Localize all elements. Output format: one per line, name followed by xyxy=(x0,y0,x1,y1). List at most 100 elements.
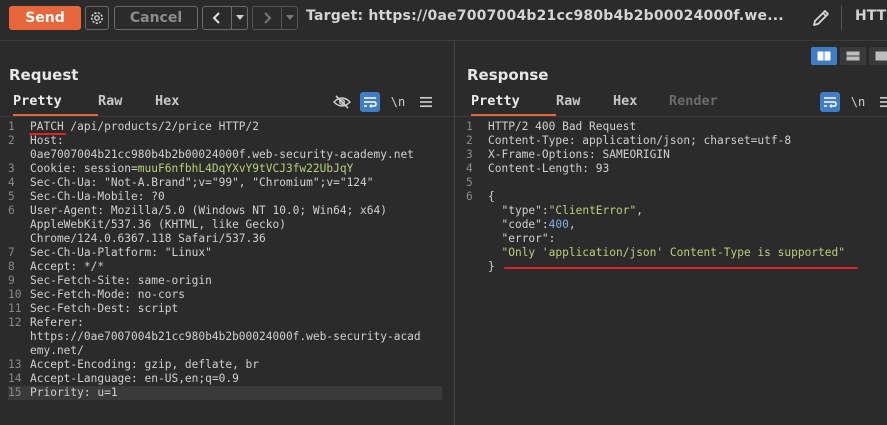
rows-icon xyxy=(846,51,860,61)
edit-target-button[interactable] xyxy=(809,6,833,30)
line-text: Host: xyxy=(30,134,64,148)
forward-button[interactable] xyxy=(253,7,281,29)
request-tabs: Pretty Raw Hex xyxy=(13,90,205,116)
line-number: 2 xyxy=(8,134,15,147)
back-dropdown[interactable] xyxy=(231,7,247,29)
response-tabs: Pretty Raw Hex Render xyxy=(471,90,729,116)
response-menu-button[interactable] xyxy=(876,92,887,112)
line-number: 2 xyxy=(466,134,473,147)
line-number xyxy=(8,232,30,246)
layout-tabs-button[interactable] xyxy=(869,47,887,65)
newline-toggle-button[interactable]: \n xyxy=(388,92,408,112)
token: : xyxy=(548,232,556,245)
token: u=1 xyxy=(97,386,118,399)
menu-button[interactable] xyxy=(416,92,436,112)
token: Priority: xyxy=(30,386,98,399)
line-number: 3 xyxy=(8,162,15,175)
code-line: "Only 'application/json' Content-Type is… xyxy=(466,246,876,260)
line-text: Cookie: session=muuF6nfbhL4DqYXvY9tVCJ3f… xyxy=(30,162,353,176)
token: ?0 xyxy=(151,190,165,203)
token: , xyxy=(636,204,643,217)
hamburger-icon xyxy=(880,97,887,107)
token: Sec-Ch-Ua-Mobile: xyxy=(30,190,152,203)
token: Host: xyxy=(30,134,64,147)
response-tab-pretty[interactable]: Pretty xyxy=(471,90,556,116)
hide-button[interactable] xyxy=(332,92,352,112)
line-text: Accept-Language: en-US,en;q=0.9 xyxy=(30,372,239,386)
layout-stacked-button[interactable] xyxy=(840,47,866,65)
token: User-Agent: xyxy=(30,204,111,217)
token: gzip, deflate, br xyxy=(144,358,260,371)
line-number: 7 xyxy=(8,246,15,259)
code-line: https://0ae7007004b21cc980b4b2b00024000f… xyxy=(8,330,442,344)
code-line: "code":400, xyxy=(466,218,876,232)
http-version-label[interactable]: HTTP xyxy=(855,8,887,24)
settings-button[interactable] xyxy=(85,6,109,30)
back-button[interactable] xyxy=(203,7,231,29)
eye-slash-icon xyxy=(333,95,351,109)
layout-side-by-side-button[interactable] xyxy=(811,47,837,65)
code-line: 9 Sec-Fetch-Site: same-origin xyxy=(8,274,442,288)
line-text: HTTP/2 400 Bad Request xyxy=(488,120,636,134)
token: Mozilla/5.0 (Windows NT 10.0; Win64; x64… xyxy=(110,204,387,217)
line-number: 8 xyxy=(8,260,15,273)
token: : xyxy=(541,218,549,231)
line-number: 9 xyxy=(8,274,15,287)
token: Accept-Encoding: xyxy=(30,358,145,371)
token: AppleWebKit/537.36 (KHTML, like Gecko) xyxy=(30,218,286,231)
code-line: 4 Content-Length: 93 xyxy=(466,162,876,176)
line-text: "Only 'application/json' Content-Type is… xyxy=(488,246,845,260)
response-tab-render[interactable]: Render xyxy=(669,90,729,116)
line-number: 1 xyxy=(8,120,15,133)
history-back xyxy=(202,6,248,30)
request-tab-raw[interactable]: Raw xyxy=(98,90,155,116)
line-number: 6 xyxy=(466,190,473,203)
token: "code" xyxy=(501,218,542,231)
token: "Not-A.Brand";v="99", "Chromium";v="124" xyxy=(104,176,374,189)
token: Content-Type: xyxy=(488,134,583,147)
token: /api/products/2/price HTTP/2 xyxy=(63,120,260,133)
code-line: 8 Accept: */* xyxy=(8,260,442,274)
toolbar: Send Cancel Target: https://0ae7007004b2… xyxy=(0,0,887,36)
line-number: 4 xyxy=(466,162,473,175)
cancel-button[interactable]: Cancel xyxy=(114,6,198,30)
response-tab-raw[interactable]: Raw xyxy=(556,90,613,116)
send-button[interactable]: Send xyxy=(9,6,81,30)
layout-toggle xyxy=(811,47,887,65)
request-tab-hex[interactable]: Hex xyxy=(155,90,205,116)
request-tab-pretty[interactable]: Pretty xyxy=(13,90,98,116)
request-editor[interactable]: 1 PATCH /api/products/2/price HTTP/2 2 Host… xyxy=(8,120,442,400)
response-wrap-lines-button[interactable] xyxy=(820,92,840,112)
line-text: emy.net/ xyxy=(30,344,84,358)
response-editor[interactable]: 1 HTTP/2 400 Bad Request 2 Content-Type: ap… xyxy=(466,120,876,274)
response-newline-toggle-button[interactable]: \n xyxy=(848,92,868,112)
line-number: 13 xyxy=(8,358,22,371)
token: application/json; charset=utf-8 xyxy=(582,134,792,147)
forward-dropdown[interactable] xyxy=(281,7,297,29)
line-number: 12 xyxy=(8,316,22,329)
token: Referer: xyxy=(30,316,84,329)
token: */* xyxy=(83,260,105,273)
annotation-underline-method xyxy=(29,133,66,135)
line-text: Sec-Ch-Ua: "Not-A.Brand";v="99", "Chromi… xyxy=(30,176,374,190)
line-number xyxy=(466,260,488,274)
token: "error" xyxy=(501,232,549,245)
line-text: "code":400, xyxy=(488,218,575,232)
token: SAMEORIGIN xyxy=(602,148,670,161)
line-text: Sec-Fetch-Site: same-origin xyxy=(30,274,212,288)
panel-divider[interactable] xyxy=(454,41,455,425)
line-number xyxy=(8,330,30,344)
code-line: 2 Host: xyxy=(8,134,442,148)
line-text: Chrome/124.0.6367.118 Safari/537.36 xyxy=(30,232,266,246)
history-forward xyxy=(252,6,298,30)
line-text: "type":"ClientError", xyxy=(488,204,643,218)
wrap-lines-button[interactable] xyxy=(360,92,380,112)
response-title: Response xyxy=(467,66,549,84)
response-tab-hex[interactable]: Hex xyxy=(613,90,669,116)
request-tools: \n xyxy=(332,92,436,112)
token: script xyxy=(137,302,179,315)
token: Accept-Language: xyxy=(30,372,145,385)
line-text: Accept: */* xyxy=(30,260,104,274)
line-number: 11 xyxy=(8,302,22,315)
